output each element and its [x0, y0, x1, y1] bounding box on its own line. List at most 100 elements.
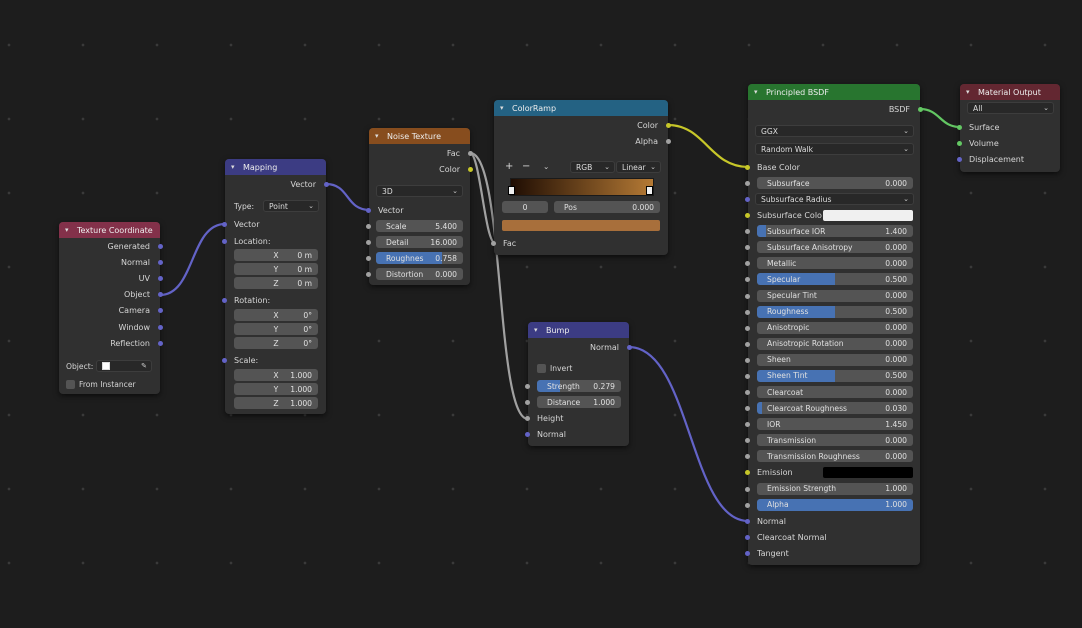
input-socket[interactable] — [745, 373, 750, 379]
output-socket[interactable] — [324, 182, 329, 187]
subsurface-colo-swatch[interactable] — [823, 210, 913, 222]
input-socket[interactable] — [366, 224, 371, 229]
input-socket[interactable] — [491, 241, 496, 246]
sheen-tint-field[interactable]: Sheen Tint 0.500 — [757, 369, 913, 382]
ramp-stop-handle-right[interactable] — [646, 186, 653, 195]
collapse-chevron-icon[interactable]: ▾ — [966, 88, 978, 96]
input-socket[interactable] — [366, 256, 371, 261]
transmission-field[interactable]: Transmission 0.000 — [757, 434, 913, 447]
emission-swatch[interactable] — [823, 467, 913, 479]
clearcoat-field[interactable]: Clearcoat 0.000 — [757, 386, 913, 399]
output-socket[interactable] — [158, 341, 163, 346]
rotation-y-field[interactable]: Y 0° — [234, 323, 318, 335]
input-socket[interactable] — [525, 384, 530, 389]
input-socket[interactable] — [745, 534, 750, 540]
input-socket[interactable] — [745, 341, 750, 347]
input-socket[interactable] — [745, 406, 750, 412]
node-header[interactable]: ▾ Noise Texture — [369, 128, 470, 144]
sheen-field[interactable]: Sheen 0.000 — [757, 353, 913, 366]
input-socket[interactable] — [745, 438, 750, 444]
collapse-chevron-icon[interactable]: ▾ — [231, 163, 243, 171]
subsurface-method-dropdown[interactable]: Random Walk ⌄ — [755, 143, 914, 155]
stop-index-field[interactable]: 0 — [502, 201, 548, 213]
anisotropic-rotation-field[interactable]: Anisotropic Rotation 0.000 — [757, 337, 913, 350]
collapse-chevron-icon[interactable]: ▾ — [375, 132, 387, 140]
node-colorramp[interactable]: ▾ ColorRamp Color Alpha + − ⌄ RGB ⌄ Linea… — [491, 100, 671, 255]
collapse-chevron-icon[interactable]: ▾ — [754, 88, 766, 96]
output-socket[interactable] — [158, 325, 163, 330]
input-socket[interactable] — [957, 141, 962, 146]
scale-z-field[interactable]: Z 1.000 — [234, 397, 318, 409]
input-socket[interactable] — [222, 298, 227, 303]
input-socket[interactable] — [957, 125, 962, 130]
input-socket[interactable] — [745, 309, 750, 315]
input-socket[interactable] — [745, 550, 750, 556]
input-socket[interactable] — [745, 502, 750, 508]
location-y-field[interactable]: Y0 m — [234, 263, 318, 275]
clearcoat-roughness-field[interactable]: Clearcoat Roughness 0.030 — [757, 402, 913, 415]
add-stop-button[interactable]: + — [505, 161, 513, 172]
input-socket[interactable] — [366, 272, 371, 277]
input-socket[interactable] — [745, 454, 750, 460]
interpolation-dropdown[interactable]: Linear ⌄ — [616, 161, 661, 173]
input-socket[interactable] — [525, 432, 530, 437]
subsurface-ior-field[interactable]: Subsurface IOR 1.400 — [757, 225, 913, 238]
subsurface-field[interactable]: Subsurface 0.000 — [757, 177, 913, 189]
invert-checkbox[interactable] — [537, 364, 546, 373]
input-socket[interactable] — [745, 165, 750, 170]
color-mode-dropdown[interactable]: RGB ⌄ — [570, 161, 615, 173]
node-material-output[interactable]: ▾ Material Output All ⌄ Surface Volume Di… — [957, 84, 1060, 172]
input-socket[interactable] — [745, 229, 750, 235]
node-header[interactable]: ▾ ColorRamp — [494, 100, 668, 116]
output-socket[interactable] — [158, 308, 163, 313]
input-socket[interactable] — [745, 357, 750, 363]
node-texture-coordinate[interactable]: ▾ Texture Coordinate Generated Normal UV… — [59, 222, 163, 394]
output-socket[interactable] — [158, 244, 163, 249]
location-z-field[interactable]: Z0 m — [234, 277, 318, 289]
output-socket[interactable] — [918, 107, 923, 112]
subsurface-anisotropy-field[interactable]: Subsurface Anisotropy 0.000 — [757, 241, 913, 254]
collapse-chevron-icon[interactable]: ▾ — [65, 226, 77, 234]
location-x-field[interactable]: X0 m — [234, 249, 318, 261]
scale-y-field[interactable]: Y 1.000 — [234, 383, 318, 395]
input-socket[interactable] — [745, 325, 750, 331]
distance-field[interactable]: Distance 1.000 — [537, 396, 621, 408]
stop-position-field[interactable]: Pos 0.000 — [554, 201, 660, 213]
roughnes-field[interactable]: Roughnes 0.758 — [376, 252, 463, 264]
roughness-field[interactable]: Roughness 0.500 — [757, 305, 913, 318]
collapse-chevron-icon[interactable]: ▾ — [534, 326, 546, 334]
ramp-menu-chevron-icon[interactable]: ⌄ — [543, 162, 549, 171]
rotation-z-field[interactable]: Z 0° — [234, 337, 318, 349]
eyedropper-icon[interactable]: ✎ — [141, 362, 147, 370]
input-socket[interactable] — [745, 197, 750, 203]
input-socket[interactable] — [745, 486, 750, 492]
input-socket[interactable] — [745, 390, 750, 396]
input-socket[interactable] — [222, 222, 227, 227]
node-header[interactable]: ▾ Bump — [528, 322, 629, 338]
input-socket[interactable] — [745, 213, 750, 219]
input-socket[interactable] — [745, 261, 750, 267]
remove-stop-button[interactable]: − — [522, 161, 530, 172]
input-socket[interactable] — [366, 208, 371, 213]
input-socket[interactable] — [745, 245, 750, 251]
output-socket[interactable] — [158, 276, 163, 281]
output-socket[interactable] — [627, 345, 632, 350]
object-field[interactable]: ✎ — [96, 360, 152, 372]
specular-tint-field[interactable]: Specular Tint 0.000 — [757, 289, 913, 302]
rotation-x-field[interactable]: X 0° — [234, 309, 318, 321]
metallic-field[interactable]: Metallic 0.000 — [757, 257, 913, 270]
target-dropdown[interactable]: All ⌄ — [967, 102, 1054, 114]
specular-field[interactable]: Specular 0.500 — [757, 273, 913, 286]
node-header[interactable]: ▾ Texture Coordinate — [59, 222, 160, 238]
input-socket[interactable] — [745, 277, 750, 283]
input-socket[interactable] — [745, 470, 750, 476]
output-socket[interactable] — [158, 260, 163, 265]
output-socket[interactable] — [666, 123, 671, 128]
input-socket[interactable] — [222, 358, 227, 363]
input-socket[interactable] — [525, 400, 530, 405]
color-ramp-gradient[interactable] — [510, 178, 654, 196]
output-socket[interactable] — [158, 292, 163, 297]
scale-field[interactable]: Scale 5.400 — [376, 220, 463, 232]
node-principled-bsdf[interactable]: ▾ Principled BSDF BSDF GGX ⌄ Random Walk ⌄… — [745, 84, 923, 565]
strength-field[interactable]: Strength 0.279 — [537, 380, 621, 392]
